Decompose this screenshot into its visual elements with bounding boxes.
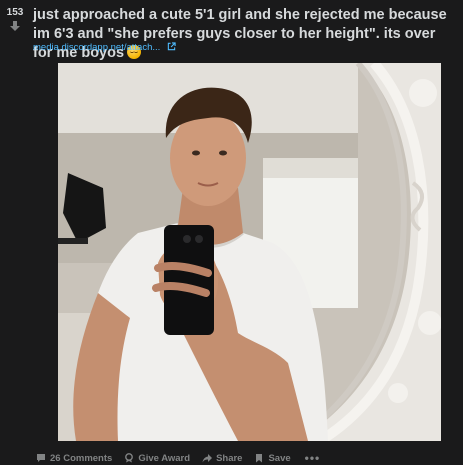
external-link-icon xyxy=(167,42,176,51)
save-label: Save xyxy=(268,452,291,464)
post-link[interactable]: media.discordapp.net/attach... xyxy=(33,42,176,53)
save-button[interactable]: Save xyxy=(254,452,291,464)
comments-button[interactable]: 26 Comments xyxy=(36,453,112,464)
downvote-arrow-icon[interactable] xyxy=(9,20,21,32)
award-icon xyxy=(125,453,134,463)
comments-label: 26 Comments xyxy=(50,452,113,464)
mirror-selfie-photo xyxy=(58,63,441,441)
vote-column: 153 xyxy=(4,7,26,32)
bookmark-icon xyxy=(256,454,263,463)
give-award-button[interactable]: Give Award xyxy=(124,453,190,464)
give-award-label: Give Award xyxy=(138,452,191,464)
reddit-post: 153 just approached a cute 5'1 girl and … xyxy=(0,0,463,465)
post-title[interactable]: just approached a cute 5'1 girl and she … xyxy=(33,6,451,63)
post-image[interactable] xyxy=(58,63,441,441)
share-button[interactable]: Share xyxy=(202,453,242,464)
vote-score: 153 xyxy=(6,7,24,18)
post-link-text[interactable]: media.discordapp.net/attach... xyxy=(33,42,160,53)
comment-icon xyxy=(37,454,45,462)
share-label: Share xyxy=(216,452,243,464)
share-icon xyxy=(202,454,213,463)
